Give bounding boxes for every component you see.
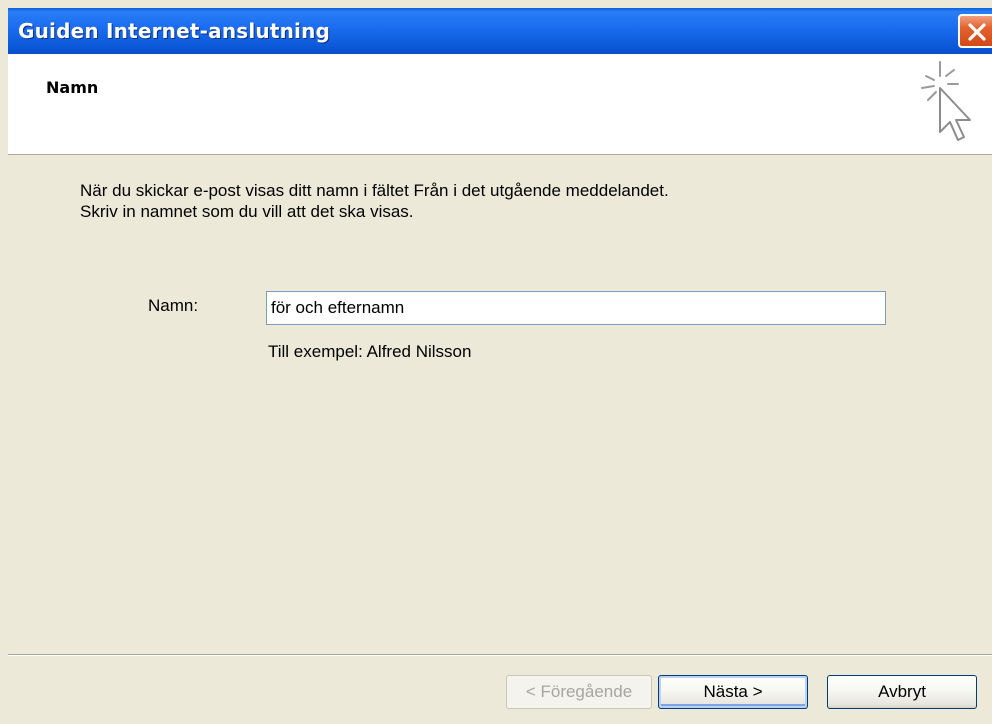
wizard-window: Guiden Internet-anslutning Namn När du s…: [0, 0, 992, 724]
instruction-line-2: Skriv in namnet som du vill att det ska …: [80, 202, 414, 221]
title-bar[interactable]: Guiden Internet-anslutning: [8, 8, 992, 54]
name-label: Namn:: [148, 296, 199, 315]
example-hint: Till exempel: Alfred Nilsson: [268, 342, 472, 361]
footer-divider: [8, 654, 992, 656]
instructions: När du skickar e-post visas ditt namn i …: [80, 180, 669, 222]
close-icon: [968, 23, 986, 41]
cursor-sparkle-icon: [921, 61, 971, 141]
instruction-line-1: När du skickar e-post visas ditt namn i …: [80, 181, 669, 200]
cancel-button[interactable]: Avbryt: [827, 675, 977, 709]
name-input[interactable]: [266, 291, 886, 325]
close-button[interactable]: [958, 14, 992, 48]
wizard-header: Namn: [8, 54, 992, 155]
window-title: Guiden Internet-anslutning: [18, 19, 331, 43]
back-button[interactable]: < Föregående: [506, 675, 652, 709]
next-button[interactable]: Nästa >: [658, 675, 808, 709]
page-title: Namn: [46, 78, 99, 97]
